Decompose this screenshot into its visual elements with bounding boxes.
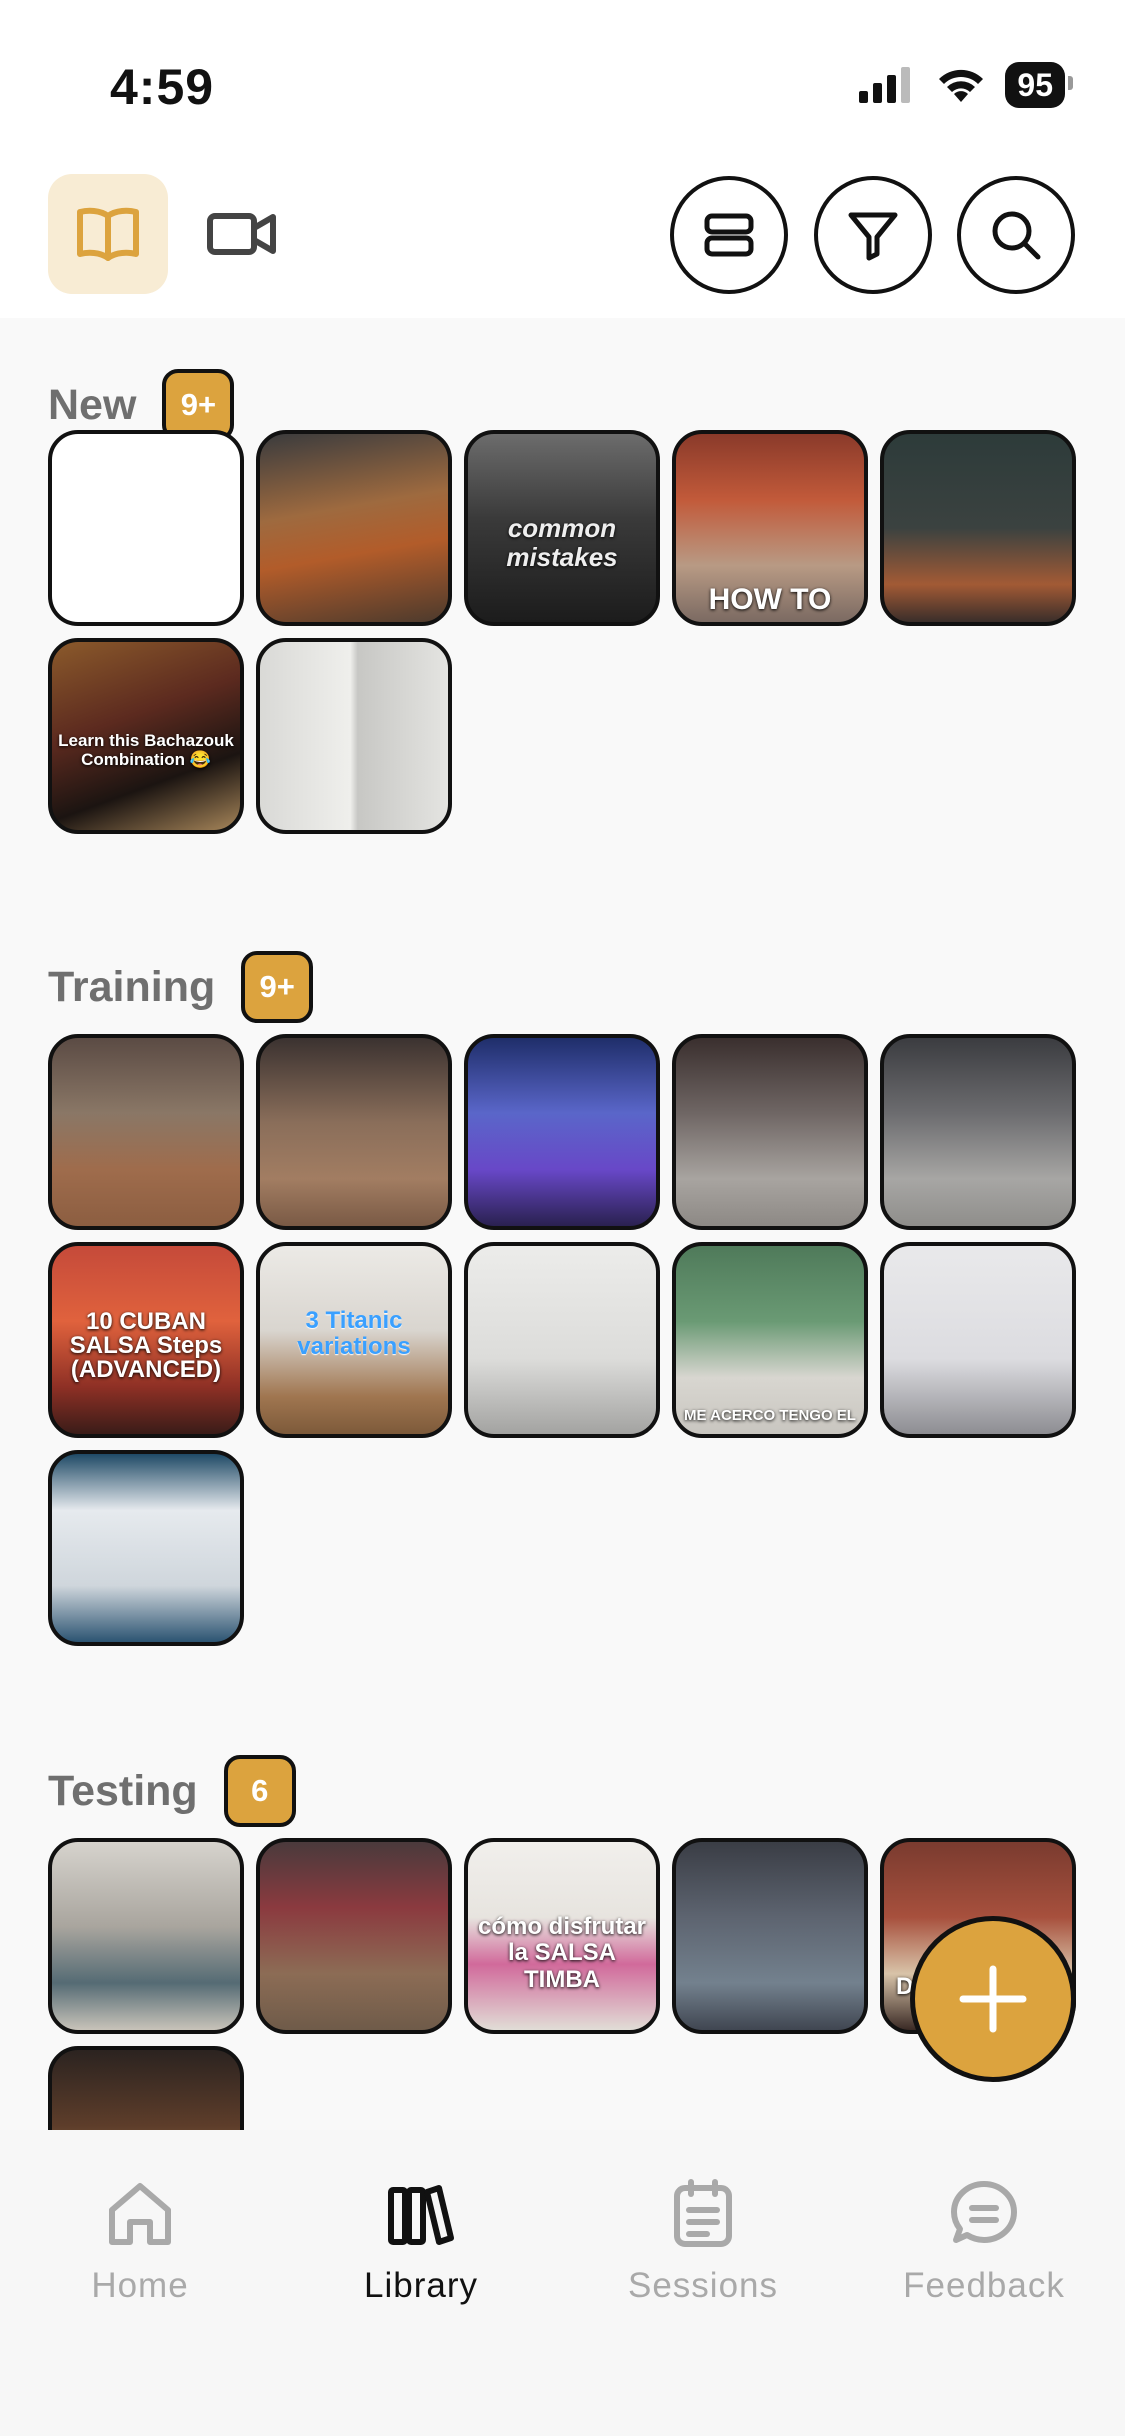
video-thumbnail[interactable] <box>880 1242 1076 1438</box>
tab-bar: Home Library Sessions Feedback <box>0 2130 1125 2436</box>
video-camera-icon <box>207 213 276 255</box>
search-button[interactable] <box>957 176 1075 294</box>
section-title: Testing <box>48 1766 198 1815</box>
tab-label: Home <box>91 2266 189 2305</box>
tab-library[interactable]: Library <box>311 2178 531 2306</box>
library-mode-button[interactable] <box>48 174 168 294</box>
section-title: Training <box>48 962 216 1011</box>
layout-toggle-button[interactable] <box>670 176 788 294</box>
tab-sessions[interactable]: Sessions <box>593 2178 813 2306</box>
wifi-icon <box>939 69 984 102</box>
thumbnail-caption: ME ACERCO TENGO EL <box>684 1406 856 1424</box>
plus-icon <box>959 1965 1027 2033</box>
video-thumbnail[interactable]: 3 Titanic variations <box>256 1242 452 1438</box>
section-title: New <box>48 380 137 429</box>
video-thumbnail[interactable] <box>48 1450 244 1646</box>
clipboard-icon <box>674 2179 732 2247</box>
section-training: Training 9+ 10 CUBAN SALSA Steps (ADVANC… <box>48 950 1078 1646</box>
library-content: New 9+ common mistakes HOW TO Learn this… <box>0 318 1125 2130</box>
tab-home[interactable]: Home <box>30 2178 250 2306</box>
video-thumbnail[interactable]: HOW TO <box>672 430 868 626</box>
tab-label: Library <box>364 2266 478 2305</box>
layout-rows-icon <box>704 213 754 257</box>
video-thumbnail[interactable] <box>48 2046 244 2130</box>
video-mode-button[interactable] <box>182 174 302 294</box>
video-thumbnail[interactable]: Learn this Bachazouk Combination 😂 <box>48 638 244 834</box>
video-grid: 10 CUBAN SALSA Steps (ADVANCED) 3 Titani… <box>48 1034 1078 1646</box>
video-thumbnail[interactable] <box>464 1034 660 1230</box>
chat-icon <box>951 2181 1017 2243</box>
tab-label: Sessions <box>627 2266 779 2305</box>
thumbnail-caption: Learn this Bachazouk Combination 😂 <box>58 731 234 769</box>
search-icon <box>992 211 1041 260</box>
video-thumbnail[interactable] <box>880 1034 1076 1230</box>
count-badge: 9+ <box>241 951 314 1023</box>
video-thumbnail[interactable] <box>48 1034 244 1230</box>
filter-button[interactable] <box>814 176 932 294</box>
open-book-icon <box>77 207 139 261</box>
video-thumbnail[interactable] <box>880 430 1076 626</box>
video-thumbnail[interactable] <box>256 1034 452 1230</box>
video-thumbnail[interactable] <box>672 1838 868 2034</box>
add-button[interactable] <box>910 1916 1076 2082</box>
video-thumbnail[interactable] <box>48 430 244 626</box>
section-new: New 9+ common mistakes HOW TO Learn this… <box>48 368 1078 834</box>
video-thumbnail[interactable] <box>48 1838 244 2034</box>
library-icon <box>388 2185 454 2245</box>
video-thumbnail[interactable] <box>464 1242 660 1438</box>
video-thumbnail[interactable]: cómo disfrutar la SALSA TIMBA <box>464 1838 660 2034</box>
thumbnail-caption: 3 Titanic variations <box>297 1307 411 1361</box>
status-time: 4:59 <box>110 59 215 115</box>
video-grid: common mistakes HOW TO Learn this Bachaz… <box>48 430 1078 834</box>
tab-label: Feedback <box>903 2266 1065 2305</box>
status-bar: 4:59 95 <box>0 0 1125 170</box>
video-thumbnail[interactable]: ME ACERCO TENGO EL <box>672 1242 868 1438</box>
thumbnail-caption: common mistakes <box>506 513 618 572</box>
video-thumbnail[interactable] <box>672 1034 868 1230</box>
count-badge: 6 <box>223 1755 296 1827</box>
library-header <box>0 170 1125 318</box>
tab-feedback[interactable]: Feedback <box>874 2178 1094 2306</box>
video-thumbnail[interactable] <box>256 638 452 834</box>
filter-icon <box>848 212 898 261</box>
thumbnail-caption: HOW TO <box>708 583 832 616</box>
thumbnail-caption: 10 CUBAN SALSA Steps (ADVANCED) <box>69 1308 223 1383</box>
video-thumbnail[interactable]: common mistakes <box>464 430 660 626</box>
thumbnail-caption: cómo disfrutar la SALSA TIMBA <box>477 1913 647 1993</box>
status-icons: 95 <box>859 62 1073 108</box>
home-icon <box>109 2183 171 2245</box>
video-thumbnail[interactable] <box>256 430 452 626</box>
video-thumbnail[interactable]: 10 CUBAN SALSA Steps (ADVANCED) <box>48 1242 244 1438</box>
video-thumbnail[interactable] <box>256 1838 452 2034</box>
battery-indicator: 95 <box>1005 62 1073 108</box>
section-header: Testing 6 <box>48 1754 1078 1828</box>
section-testing: Testing 6 cómo disfrutar la SALSA TIMBA … <box>48 1754 1078 2130</box>
cellular-signal-icon <box>859 67 911 103</box>
section-header: Training 9+ <box>48 950 1078 1024</box>
